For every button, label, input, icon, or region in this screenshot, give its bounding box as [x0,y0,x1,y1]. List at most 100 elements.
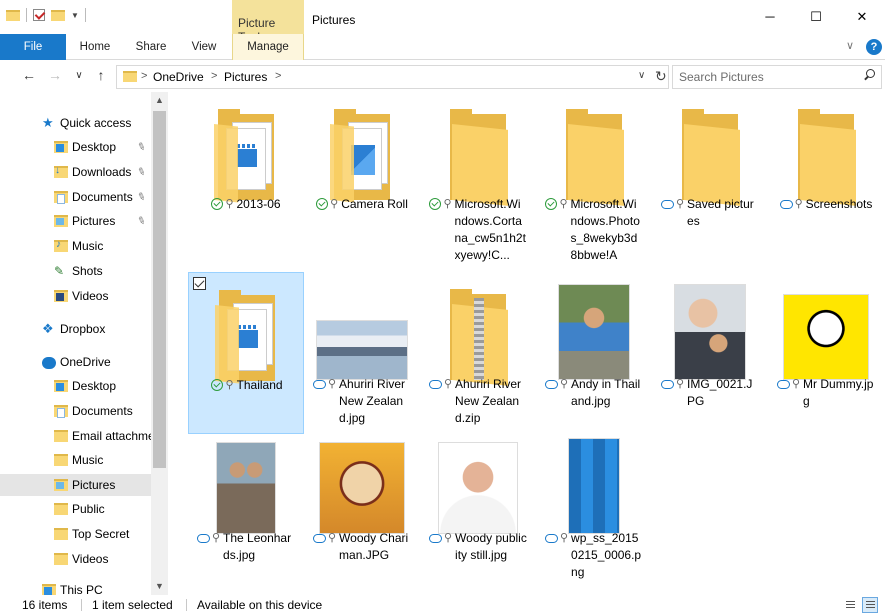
refresh-icon[interactable]: ↻ [655,68,667,85]
address-bar[interactable]: > OneDrive > Pictures > ∨ ↻ [116,65,669,89]
maximize-button[interactable]: ☐ [796,6,836,28]
sidebar-item-videos[interactable]: Videos [0,285,152,307]
cloud-icon [779,200,793,209]
sidebar-item-documents[interactable]: Documents ✎ [0,186,152,208]
sidebar-item-email-attachme[interactable]: Email attachme [0,425,152,447]
breadcrumb-separator-icon[interactable]: > [211,70,217,82]
pictures-folder-icon [54,215,68,227]
item-checkbox[interactable] [193,277,206,290]
expand-ribbon-icon[interactable]: ∨ [846,39,854,52]
search-icon[interactable] [863,69,875,81]
pin-icon[interactable]: ✎ [135,190,147,203]
sidebar-item-music[interactable]: Music [0,449,152,471]
pin-icon[interactable]: ✎ [135,140,147,153]
sidebar-item-this-pc[interactable]: This PC [0,579,152,595]
file-thumbnail [664,100,756,206]
sidebar-item-dropbox[interactable]: ❖ Dropbox [0,318,152,340]
details-view-button[interactable] [842,597,858,613]
selection-count: 1 item selected [92,598,173,612]
forward-button[interactable]: → [46,67,64,83]
file-thumbnail [200,100,292,203]
sidebar-item-top-secret[interactable]: Top Secret [0,523,152,545]
sidebar-item-quick-access[interactable]: ★ Quick access [0,112,152,134]
file-item[interactable]: ⚲ Woody Chariman.JPG [304,426,420,588]
search-input[interactable] [679,69,849,85]
file-item[interactable]: ⚲ Saved pictures [652,92,768,254]
cloud-icon [660,200,674,209]
file-item[interactable]: ⚲ Mr Dummy.jpg [768,272,884,434]
sidebar-item-onedrive[interactable]: OneDrive [0,351,152,373]
file-item[interactable]: ⚲ IMG_0021.JPG [652,272,768,434]
file-item[interactable]: ⚲ Screenshots [768,92,884,254]
scroll-down-icon[interactable]: ▼ [151,578,168,595]
file-item[interactable]: ⚲ Andy in Thailand.jpg [536,272,652,434]
close-button[interactable]: ✕ [842,6,882,28]
tab-view[interactable]: View [182,34,226,60]
tab-manage[interactable]: Manage [232,34,304,60]
sidebar-item-label: OneDrive [60,355,111,369]
status-bar: 16 items 1 item selected Available on th… [0,595,885,615]
sync-status: ⚲ [316,196,338,213]
sidebar-item-downloads[interactable]: Downloads✎ [0,161,152,183]
breadcrumb-pictures[interactable]: Pictures [224,70,267,84]
file-item[interactable]: ⚲ Ahuriri River New Zealand.jpg [304,272,420,434]
pin-icon[interactable]: ✎ [135,214,147,227]
sidebar-item-label: Pictures [72,478,116,492]
minimize-button[interactable]: ─ [750,6,790,28]
sidebar-item-public[interactable]: Public [0,498,152,520]
sidebar-item-documents[interactable]: Documents [0,400,152,422]
large-icons-view-button[interactable] [862,597,878,613]
recent-locations-button[interactable]: ∨ [70,70,88,81]
up-button[interactable]: ↑ [92,67,110,83]
sidebar-item-label: Videos [72,552,109,566]
scrollbar-thumb[interactable] [153,111,166,468]
photo-thumbnail [216,442,276,534]
file-thumbnail [201,281,293,384]
zip-folder-icon [438,288,518,386]
qat-dropdown-icon[interactable]: ▼ [71,11,79,20]
tab-share[interactable]: Share [128,34,174,60]
sidebar-item-pictures[interactable]: Pictures ✎ [0,210,152,232]
file-item[interactable]: ⚲ Microsoft.Windows.Cortana_cw5n1h2txyewy… [420,92,536,262]
sidebar-item-label: Pictures [72,214,116,228]
file-item[interactable]: ⚲ Camera Roll [304,92,420,254]
new-folder-icon[interactable] [51,9,65,21]
file-label: ⚲ Screenshots [768,196,884,213]
address-dropdown-icon[interactable]: ∨ [638,70,645,81]
file-item[interactable]: ⚲ wp_ss_20150215_0006.png [536,426,652,588]
scroll-up-icon[interactable]: ▲ [151,92,168,109]
file-item[interactable]: ⚲ 2013-06 [188,92,304,254]
file-label: ⚲ Microsoft.Windows.Photos_8wekyb3d8bbwe!… [536,196,652,264]
sidebar-item-videos[interactable]: Videos [0,548,152,570]
shared-person-icon: ⚲ [559,532,569,544]
file-item[interactable]: ⚲ Microsoft.Windows.Photos_8wekyb3d8bbwe!… [536,92,652,262]
pin-icon[interactable]: ✎ [135,165,147,178]
nav-pane-scrollbar[interactable]: ▲ ▼ [151,92,168,595]
file-item[interactable]: ⚲ Thailand [188,272,304,434]
tab-home[interactable]: Home [72,34,118,60]
file-item[interactable]: ⚲ The Leonhards.jpg [188,426,304,588]
item-count: 16 items [22,598,68,612]
sidebar-item-desktop[interactable]: Desktop ✎ [0,136,152,158]
status-divider [186,599,187,611]
file-name: Thailand [236,378,283,392]
sidebar-item-shots[interactable]: ✎ Shots [0,260,152,282]
breadcrumb-onedrive[interactable]: OneDrive [153,70,204,84]
sidebar-item-desktop[interactable]: Desktop [0,375,152,397]
file-item[interactable]: ⚲ Ahuriri River New Zealand.zip [420,272,536,434]
qat-divider-2 [84,8,86,22]
sidebar-item-label: Public [72,502,105,516]
tab-file[interactable]: File [0,34,66,60]
shared-person-icon: ⚲ [327,378,337,390]
back-button[interactable]: ← [20,67,38,83]
breadcrumb-separator-icon[interactable]: > [275,70,281,82]
file-label: ⚲ Ahuriri River New Zealand.zip [420,376,536,427]
photo-thumbnail [674,284,746,380]
sidebar-item-music[interactable]: Music [0,235,152,257]
search-box[interactable] [672,65,882,89]
help-icon[interactable]: ? [866,39,882,55]
sidebar-item-pictures[interactable]: Pictures [0,474,152,496]
title-bar: ▼ Picture Tools Pictures ─ ☐ ✕ [0,0,885,44]
properties-check-icon[interactable] [33,9,45,21]
file-item[interactable]: ⚲ Woody publicity still.jpg [420,426,536,588]
